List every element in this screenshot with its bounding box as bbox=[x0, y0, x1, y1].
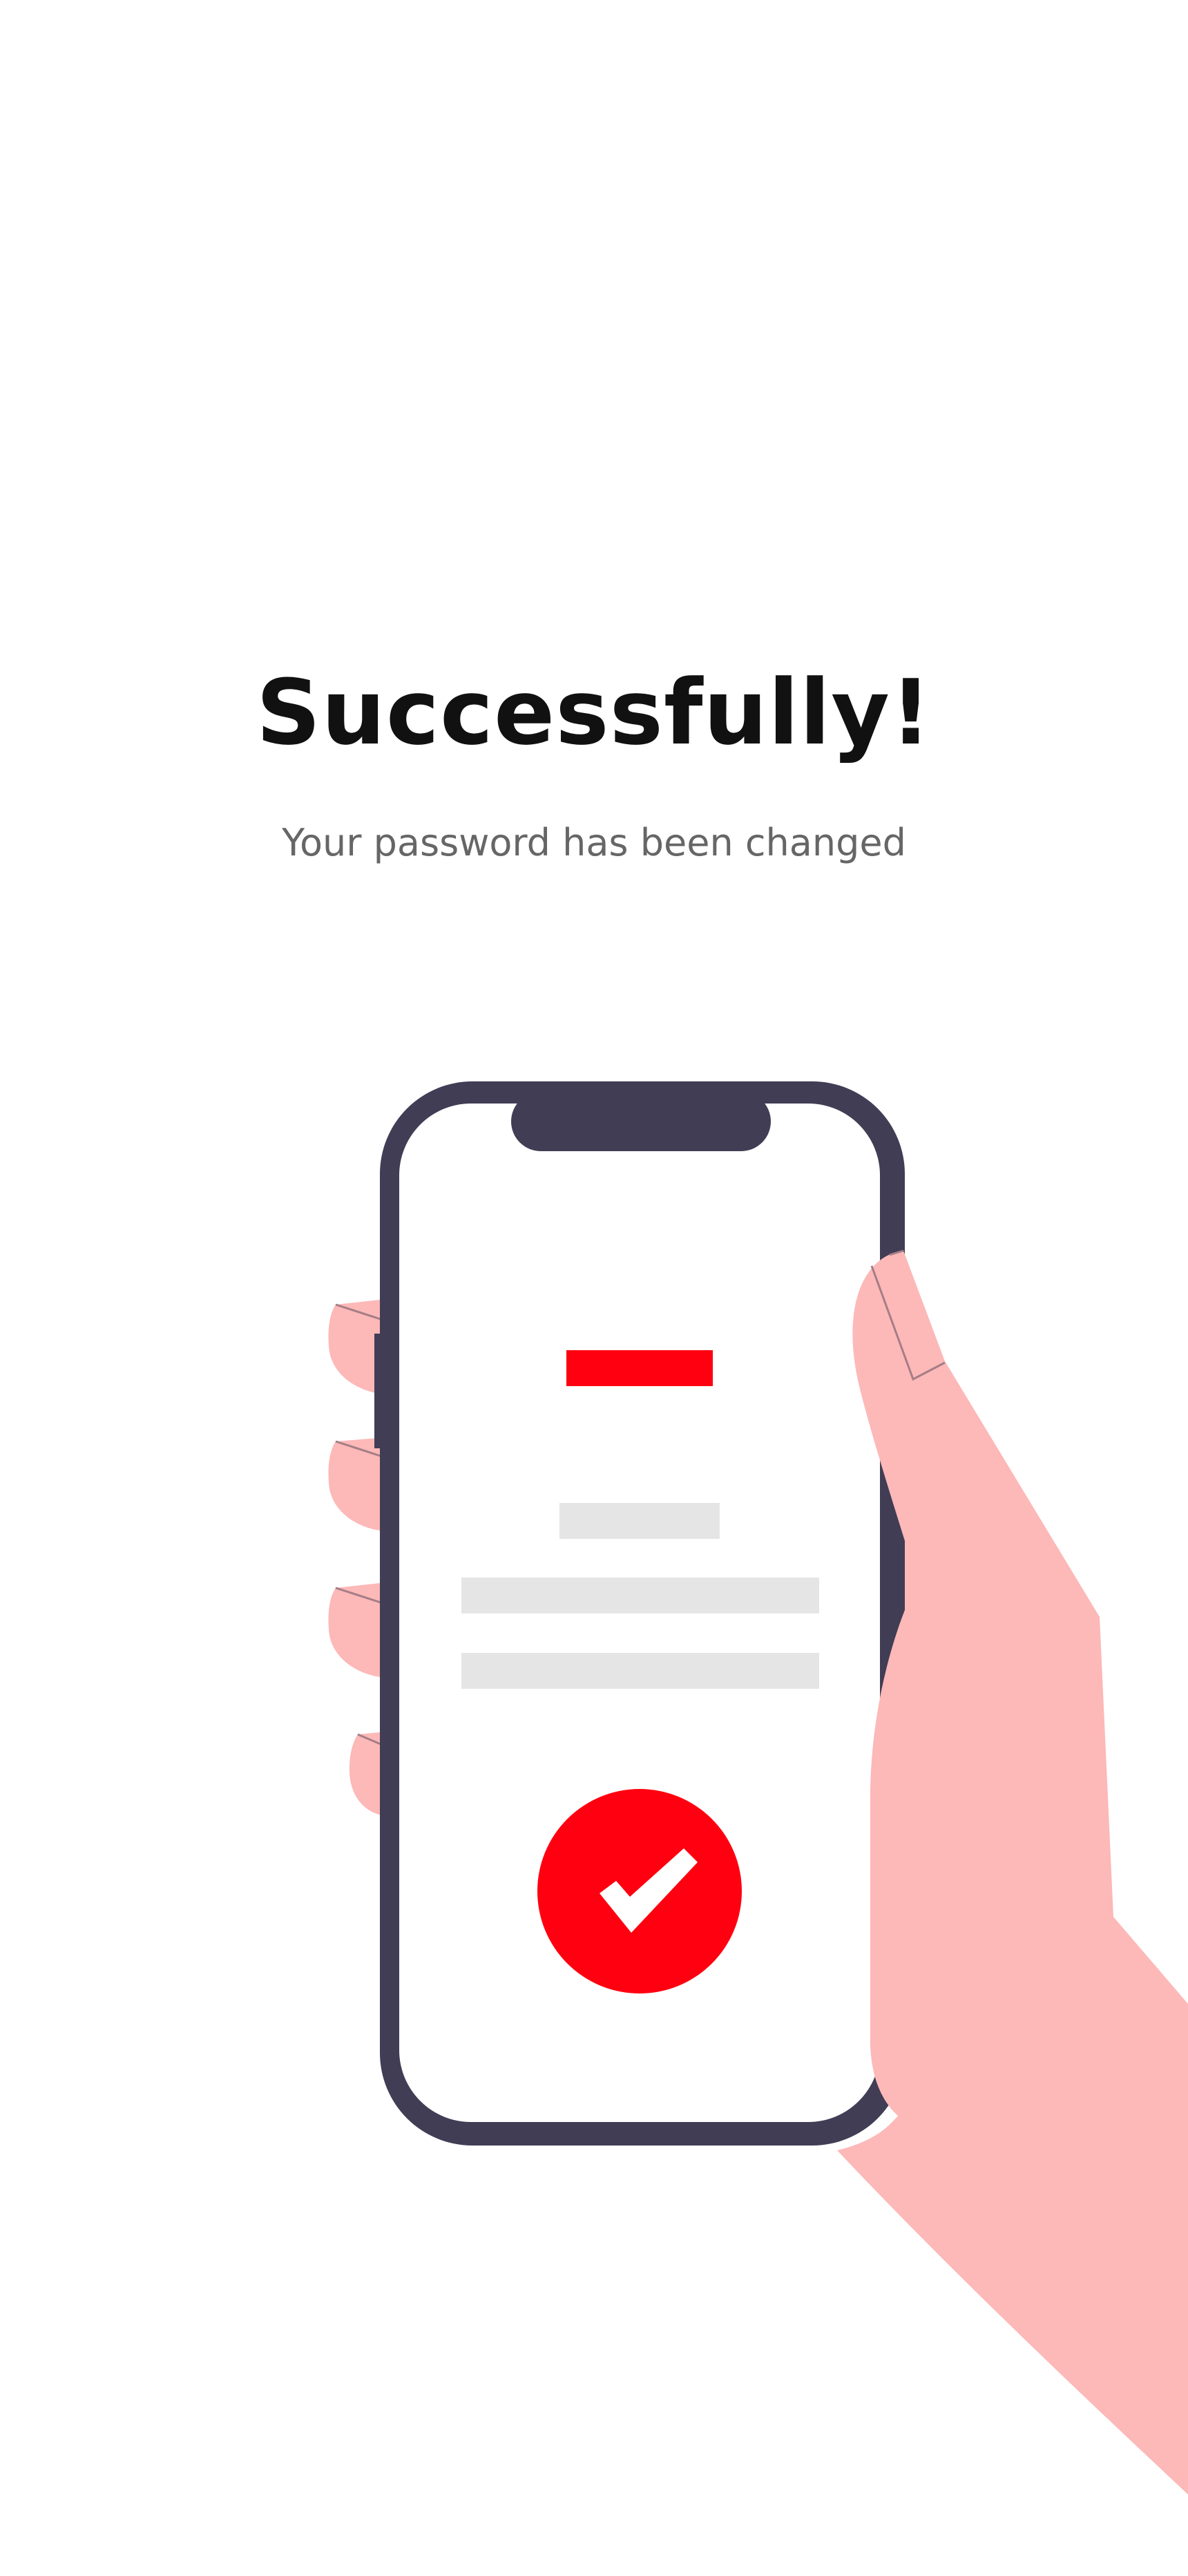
screen-header-bar bbox=[566, 1350, 713, 1386]
hand-illustration bbox=[837, 1249, 1188, 2494]
phone-notch bbox=[511, 1092, 771, 1151]
success-badge bbox=[537, 1789, 742, 1993]
screen-line-short bbox=[559, 1503, 720, 1539]
screen-line-long-2 bbox=[461, 1653, 819, 1689]
screen-line-long-1 bbox=[461, 1578, 819, 1613]
phone-in-hand-illustration bbox=[328, 1081, 1188, 2494]
